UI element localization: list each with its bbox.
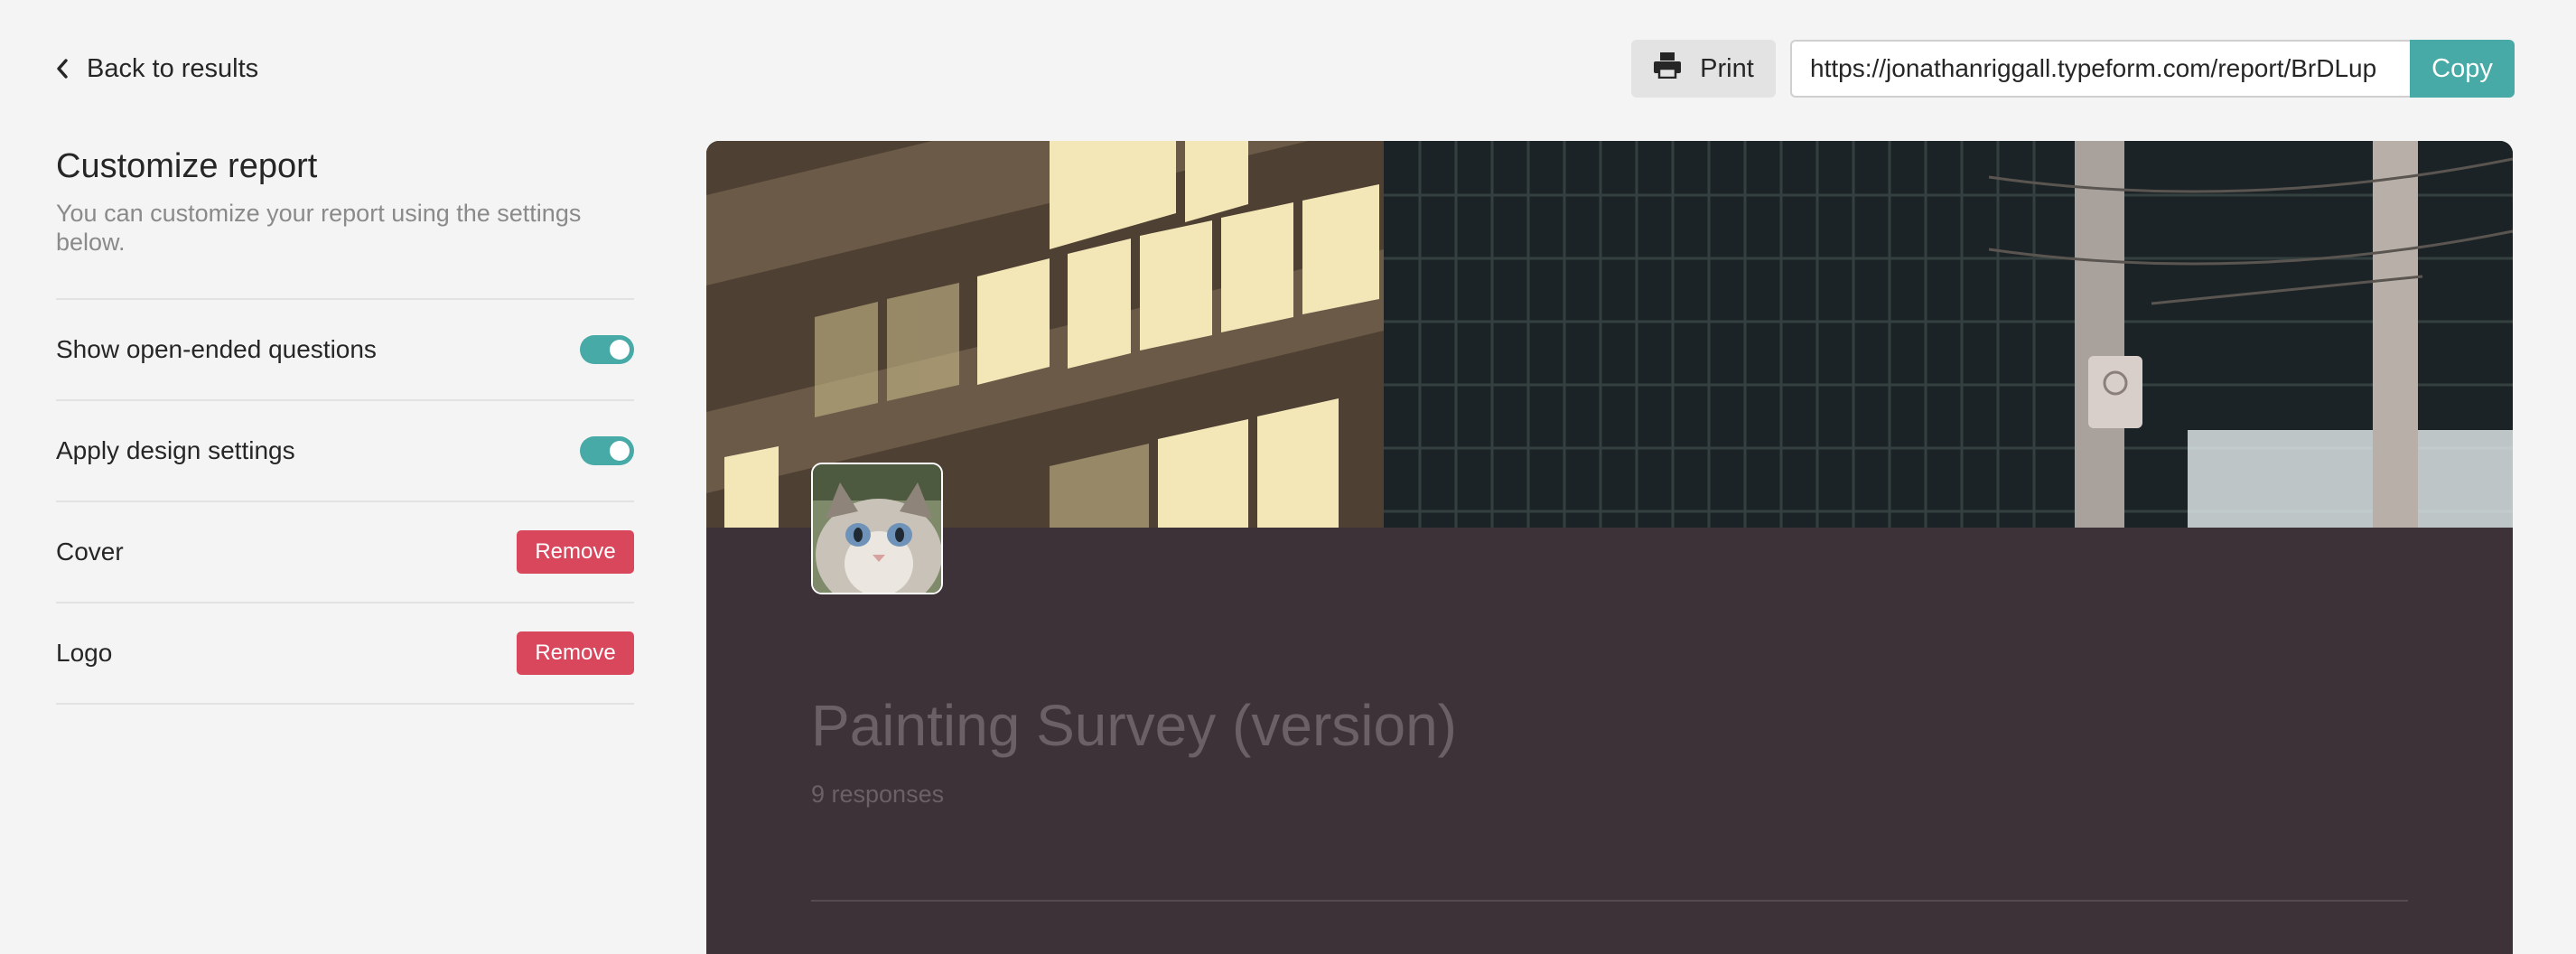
setting-label: Show open-ended questions xyxy=(56,335,377,363)
print-label: Print xyxy=(1700,53,1754,83)
back-to-results-label: Back to results xyxy=(87,53,259,83)
printer-icon xyxy=(1653,51,1682,86)
report-title: Painting Survey (version) xyxy=(811,693,1457,758)
share-url-group: Copy xyxy=(1790,40,2515,98)
report-preview: Painting Survey (version) 9 responses xyxy=(706,141,2513,954)
customize-sidebar: Customize report You can customize your … xyxy=(56,141,634,705)
share-url-input[interactable] xyxy=(1790,40,2410,98)
setting-logo: Logo Remove xyxy=(56,603,634,705)
remove-logo-button[interactable]: Remove xyxy=(517,631,634,675)
back-to-results-link[interactable]: Back to results xyxy=(56,51,258,87)
report-response-count: 9 responses xyxy=(811,781,945,808)
remove-cover-button[interactable]: Remove xyxy=(517,530,634,574)
copy-button[interactable]: Copy xyxy=(2410,40,2515,98)
print-button[interactable]: Print xyxy=(1631,40,1776,98)
open-ended-questions-toggle[interactable] xyxy=(580,335,634,364)
setting-label: Apply design settings xyxy=(56,436,295,464)
design-settings-toggle[interactable] xyxy=(580,436,634,465)
customize-title: Customize report xyxy=(56,147,318,185)
setting-design-settings: Apply design settings xyxy=(56,401,634,502)
toggle-knob xyxy=(610,441,630,461)
report-logo xyxy=(811,463,943,594)
toggle-knob xyxy=(610,340,630,360)
chevron-left-icon xyxy=(56,59,69,79)
report-divider xyxy=(811,900,2408,902)
setting-label: Logo xyxy=(56,639,113,667)
setting-cover: Cover Remove xyxy=(56,502,634,603)
setting-open-ended-questions: Show open-ended questions xyxy=(56,300,634,401)
customize-subtitle: You can customize your report using the … xyxy=(56,200,582,256)
settings-list: Show open-ended questions Apply design s… xyxy=(56,298,634,705)
setting-label: Cover xyxy=(56,538,124,566)
cover-image xyxy=(706,141,2513,528)
